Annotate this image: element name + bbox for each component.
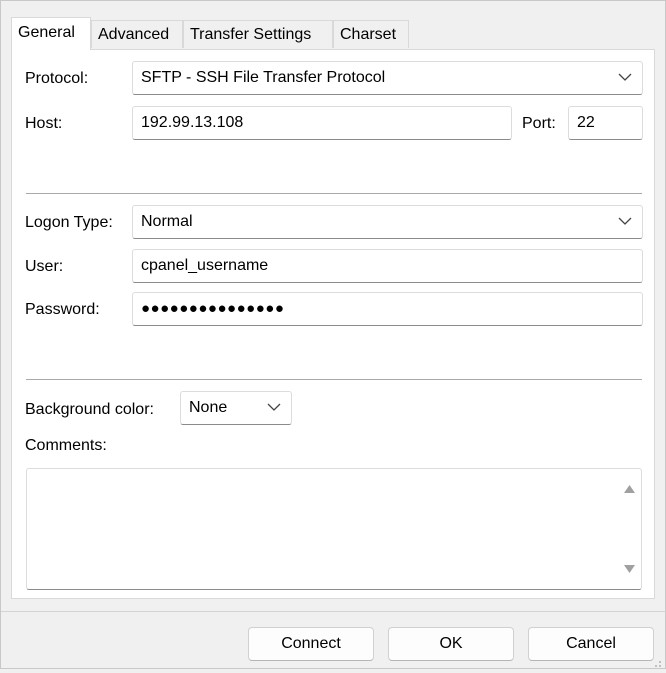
tab-advanced[interactable]: Advanced — [91, 20, 183, 48]
port-input-value: 22 — [577, 114, 595, 131]
protocol-label: Protocol: — [25, 70, 89, 87]
scroll-down-arrow-icon[interactable] — [624, 560, 635, 578]
host-label: Host: — [25, 115, 63, 132]
tab-charset[interactable]: Charset — [333, 20, 409, 48]
tab-general[interactable]: General — [11, 17, 91, 50]
logon-type-select[interactable]: Normal — [132, 205, 643, 239]
user-label: User: — [25, 258, 64, 275]
button-bar-divider — [1, 611, 666, 612]
connect-button[interactable]: Connect — [248, 627, 374, 661]
section-divider — [26, 379, 642, 380]
user-input[interactable]: cpanel_username — [132, 249, 643, 283]
general-tab-panel: Protocol: SFTP - SSH File Transfer Proto… — [11, 49, 655, 599]
chevron-down-icon — [267, 392, 283, 424]
protocol-select-value: SFTP - SSH File Transfer Protocol — [141, 69, 386, 86]
port-label: Port: — [522, 115, 556, 132]
chevron-down-icon — [618, 206, 634, 238]
password-input[interactable]: ●●●●●●●●●●●●●●● — [132, 292, 643, 326]
ok-button[interactable]: OK — [388, 627, 514, 661]
background-color-select[interactable]: None — [180, 391, 292, 425]
resize-grip-icon[interactable] — [652, 655, 662, 667]
comments-label: Comments: — [25, 437, 107, 454]
scroll-up-arrow-icon[interactable] — [624, 480, 635, 498]
password-label: Password: — [25, 301, 100, 318]
host-input[interactable]: 192.99.13.108 — [132, 106, 512, 140]
protocol-select[interactable]: SFTP - SSH File Transfer Protocol — [132, 61, 643, 95]
chevron-down-icon — [618, 62, 634, 94]
user-input-value: cpanel_username — [141, 257, 269, 274]
logon-type-label: Logon Type: — [25, 214, 113, 231]
host-input-value: 192.99.13.108 — [141, 114, 244, 131]
site-manager-dialog: General Advanced Transfer Settings Chars… — [0, 0, 666, 669]
port-input[interactable]: 22 — [568, 106, 643, 140]
comments-textarea[interactable] — [26, 468, 642, 590]
section-divider — [26, 193, 642, 194]
background-color-select-value: None — [189, 399, 228, 416]
cancel-button[interactable]: Cancel — [528, 627, 654, 661]
comments-scrollbar[interactable] — [618, 470, 640, 588]
logon-type-select-value: Normal — [141, 213, 193, 230]
tab-transfer-settings[interactable]: Transfer Settings — [183, 20, 333, 48]
password-input-value: ●●●●●●●●●●●●●●● — [141, 300, 285, 317]
background-color-label: Background color: — [25, 401, 154, 418]
